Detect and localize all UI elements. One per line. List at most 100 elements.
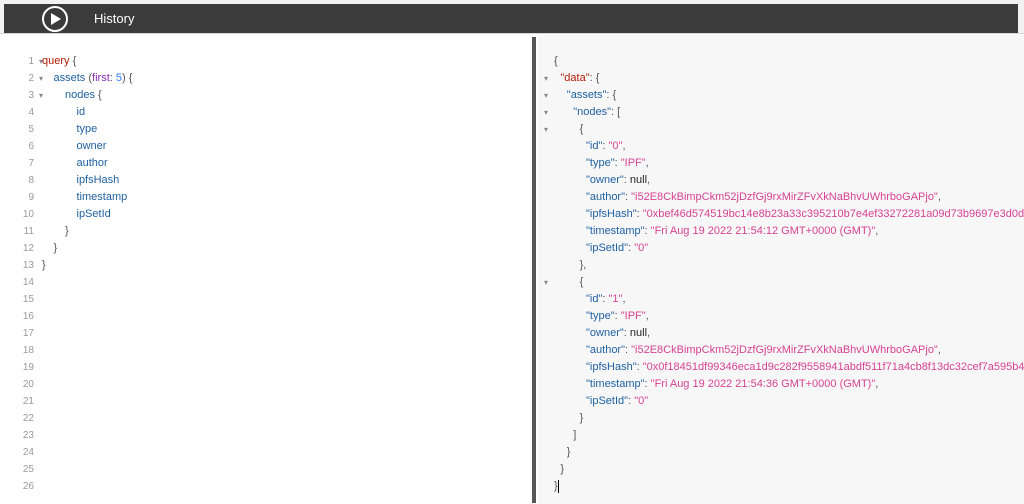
fold-toggle-icon[interactable]: ▾ <box>542 70 550 87</box>
code-text: } <box>65 223 69 240</box>
editor-line[interactable]: 16 <box>4 308 524 325</box>
json-token: }, <box>579 259 587 271</box>
fold-toggle-icon[interactable]: ▾ <box>542 121 550 138</box>
fold-toggle-icon[interactable]: ▾ <box>37 87 45 104</box>
result-line: "type": "IPF", <box>538 308 1024 325</box>
json-token: "i52E8CkBimpCkm52jDzfGj9rxMirZFvXkNaBhvU… <box>631 344 938 356</box>
json-token: : { <box>589 72 600 84</box>
editor-line[interactable]: 7 author <box>4 155 524 172</box>
line-number: 13 <box>22 260 34 271</box>
line-number: 2 <box>28 73 34 84</box>
code-token: author <box>76 157 108 169</box>
code-token: timestamp <box>76 191 128 203</box>
code-token: owner <box>76 140 107 152</box>
editor-line[interactable]: 19 <box>4 359 524 376</box>
json-token: "assets" <box>566 89 607 101</box>
code-text: id <box>77 104 86 121</box>
json-token: "IPF" <box>620 310 646 322</box>
editor-line[interactable]: 15 <box>4 291 524 308</box>
fold-toggle-icon[interactable]: ▾ <box>542 274 550 291</box>
code-text: nodes { <box>65 87 102 104</box>
json-text: } <box>554 478 559 495</box>
line-number: 15 <box>22 294 34 305</box>
json-text: { <box>580 121 584 138</box>
json-token: , <box>647 327 651 339</box>
fold-toggle-icon[interactable]: ▾ <box>542 87 550 104</box>
json-token: null <box>629 327 648 339</box>
result-line: "id": "1", <box>538 291 1024 308</box>
json-token: "owner" <box>586 174 624 186</box>
json-token: , <box>937 344 941 356</box>
json-token: "Fri Aug 19 2022 21:54:12 GMT+0000 (GMT)… <box>650 225 876 237</box>
result-line: "owner": null, <box>538 325 1024 342</box>
line-number: 23 <box>22 430 34 441</box>
result-line: "timestamp": "Fri Aug 19 2022 21:54:12 G… <box>538 223 1024 240</box>
json-token: { <box>579 276 584 288</box>
editor-line[interactable]: 4 id <box>4 104 524 121</box>
json-token: , <box>645 157 649 169</box>
history-button[interactable]: History <box>94 9 134 29</box>
execute-query-button[interactable] <box>42 6 68 32</box>
pane-scrollbar[interactable] <box>532 37 536 503</box>
fold-toggle-icon[interactable]: ▾ <box>37 70 45 87</box>
json-text: "owner": null, <box>586 172 650 189</box>
json-token: "id" <box>586 293 603 305</box>
json-token: "0x0f18451df99346eca1d9c282f9558941abdf5… <box>642 361 1024 373</box>
fold-toggle-icon[interactable]: ▾ <box>542 104 550 121</box>
editor-line[interactable]: 1 ▾ query { <box>4 53 524 70</box>
json-token: { <box>554 55 558 67</box>
json-text: "type": "IPF", <box>586 308 649 325</box>
code-text: } <box>54 240 58 257</box>
editor-line[interactable]: 3 ▾ nodes { <box>4 87 524 104</box>
editor-line[interactable]: 10 ipSetId <box>4 206 524 223</box>
editor-line[interactable]: 23 <box>4 427 524 444</box>
json-text: "id": "1", <box>586 291 626 308</box>
result-line: "ipSetId": "0" <box>538 240 1024 257</box>
editor-line[interactable]: 11} <box>4 223 524 240</box>
code-text: type <box>77 121 98 138</box>
result-line: ▾ "assets": { <box>538 87 1024 104</box>
line-number: 14 <box>22 277 34 288</box>
editor-line[interactable]: 21 <box>4 393 524 410</box>
pane-resize-handle[interactable] <box>530 35 538 504</box>
result-line: } <box>538 410 1024 427</box>
line-number: 24 <box>22 447 34 458</box>
query-editor[interactable]: 1 ▾ query {2 ▾ assets (first: 5) {3 ▾ nodes {4… <box>4 35 530 504</box>
result-line: }, <box>538 257 1024 274</box>
json-token: "Fri Aug 19 2022 21:54:36 GMT+0000 (GMT)… <box>650 378 876 390</box>
editor-line[interactable]: 12} <box>4 240 524 257</box>
toolbar: History <box>0 0 1024 34</box>
result-line: } <box>538 444 1024 461</box>
json-token: "0xbef46d574519bc14e8b23a33c395210b7e4ef… <box>642 208 1024 220</box>
json-token: "1" <box>608 293 623 305</box>
editor-line[interactable]: 20 <box>4 376 524 393</box>
editor-line[interactable]: 2 ▾ assets (first: 5) { <box>4 70 524 87</box>
json-token: "data" <box>560 72 590 84</box>
editor-line[interactable]: 5 type <box>4 121 524 138</box>
json-token: : { <box>606 89 617 101</box>
json-token: "timestamp" <box>586 225 645 237</box>
json-token: "ipfsHash" <box>586 361 637 373</box>
result-line: "ipSetId": "0" <box>538 393 1024 410</box>
code-token: id <box>76 106 86 118</box>
editor-line[interactable]: 17 <box>4 325 524 342</box>
editor-line[interactable]: 8 ipfsHash <box>4 172 524 189</box>
editor-line[interactable]: 6 owner <box>4 138 524 155</box>
editor-line[interactable]: 22 <box>4 410 524 427</box>
json-token: "id" <box>586 140 603 152</box>
editor-line[interactable]: 26 <box>4 478 524 495</box>
editor-line[interactable]: 9 timestamp <box>4 189 524 206</box>
toolbar-inner: History <box>4 4 1018 33</box>
editor-line[interactable]: 13} <box>4 257 524 274</box>
code-text: ipfsHash <box>77 172 120 189</box>
editor-line[interactable]: 25 <box>4 461 524 478</box>
json-token: } <box>560 463 565 475</box>
line-number: 9 <box>28 192 34 203</box>
editor-line[interactable]: 24 <box>4 444 524 461</box>
editor-line[interactable]: 18 <box>4 342 524 359</box>
result-line: "ipfsHash": "0x0f18451df99346eca1d9c282f… <box>538 359 1024 376</box>
json-text: { <box>580 274 584 291</box>
code-token: ipSetId <box>76 208 111 220</box>
code-text: timestamp <box>77 189 128 206</box>
editor-line[interactable]: 14 <box>4 274 524 291</box>
